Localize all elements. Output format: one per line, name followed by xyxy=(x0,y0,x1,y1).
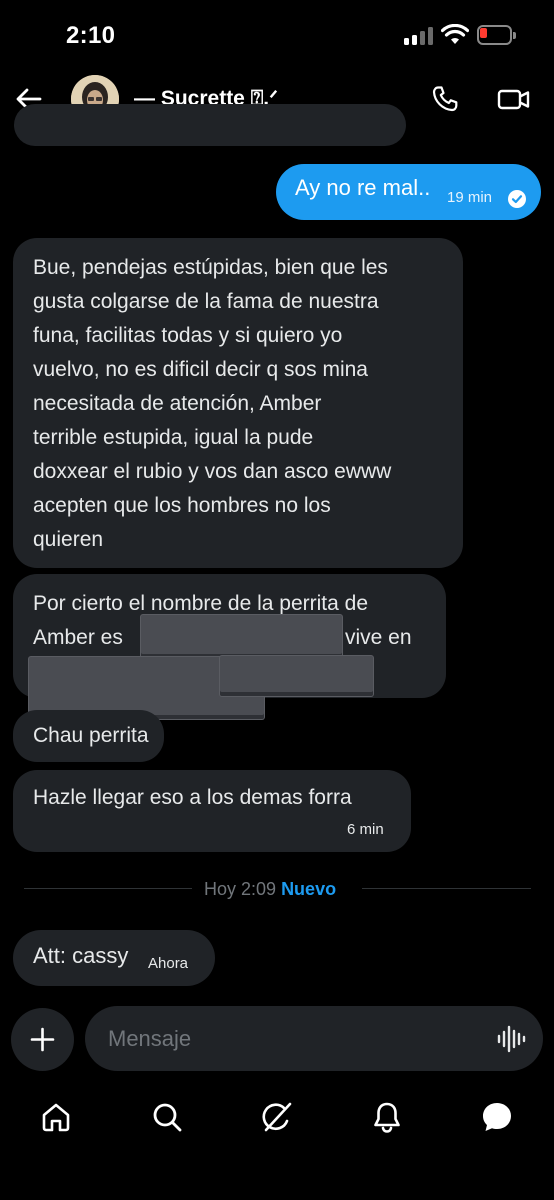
message-line: acepten que los hombres no los xyxy=(33,494,331,517)
redaction-box xyxy=(141,615,342,658)
message-line: Bue, pendejas estúpidas, bien que les xyxy=(33,256,388,279)
message-time: 19 min xyxy=(447,189,493,206)
message-line: gusta colgarse de la fama de nuestra xyxy=(33,290,379,313)
message-line: terrible estupida, igual la pude xyxy=(33,426,314,449)
message-text: Amber es xyxy=(33,626,123,649)
grok-icon[interactable] xyxy=(260,1100,294,1134)
voice-wave-icon[interactable] xyxy=(496,1025,526,1053)
message-text: Att: cassy xyxy=(33,943,129,968)
incoming-message[interactable]: Hazle llegar eso a los demas forra 6 min xyxy=(13,770,411,852)
previous-message-bubble xyxy=(14,104,406,146)
divider-line xyxy=(24,888,192,889)
search-icon[interactable] xyxy=(150,1100,184,1134)
divider-time: Hoy 2:09 xyxy=(204,879,277,899)
divider-new-label: Nuevo xyxy=(281,879,337,899)
outgoing-message[interactable]: Ay no re mal.. 19 min xyxy=(276,164,541,220)
message-text: Hazle llegar eso a los demas forra xyxy=(33,786,352,809)
message-text: Chau perrita xyxy=(33,724,149,747)
home-icon[interactable] xyxy=(39,1100,73,1134)
message-text: Ay no re mal.. xyxy=(295,175,431,200)
read-check-icon xyxy=(508,190,526,208)
message-text: vive en xyxy=(345,626,412,649)
status-time: 2:10 xyxy=(66,22,116,49)
phone-icon[interactable] xyxy=(430,84,460,114)
new-messages-divider: Hoy 2:09 Nuevo xyxy=(204,879,336,900)
message-line: necesitada de atención, Amber xyxy=(33,392,322,415)
cellular-signal-icon xyxy=(404,27,434,45)
redaction-box xyxy=(220,656,373,696)
add-attachment-button[interactable] xyxy=(11,1008,74,1071)
wifi-icon xyxy=(441,24,469,44)
plus-icon xyxy=(30,1027,55,1052)
notifications-icon[interactable] xyxy=(370,1100,404,1134)
incoming-message[interactable]: Chau perrita xyxy=(13,710,164,762)
message-line: funa, facilitas todas y si quiero yo xyxy=(33,324,343,347)
message-time: 6 min xyxy=(347,821,384,838)
messages-icon[interactable] xyxy=(480,1100,514,1134)
status-bar: 2:10 xyxy=(0,0,554,72)
message-composer xyxy=(0,1006,554,1072)
message-line: vuelvo, no es dificil decir q sos mina xyxy=(33,358,368,381)
incoming-message[interactable]: Att: cassy Ahora xyxy=(13,930,215,986)
video-call-icon[interactable] xyxy=(497,84,531,114)
message-line: doxxear el rubio y vos dan asco ewww xyxy=(33,460,392,483)
battery-icon xyxy=(477,25,516,45)
divider-line xyxy=(362,888,531,889)
message-time: Ahora xyxy=(148,955,189,972)
bottom-navigation xyxy=(0,1090,554,1150)
message-input[interactable] xyxy=(85,1006,543,1071)
incoming-message[interactable]: Bue, pendejas estúpidas, bien que les gu… xyxy=(13,238,463,568)
message-line: quieren xyxy=(33,528,104,551)
